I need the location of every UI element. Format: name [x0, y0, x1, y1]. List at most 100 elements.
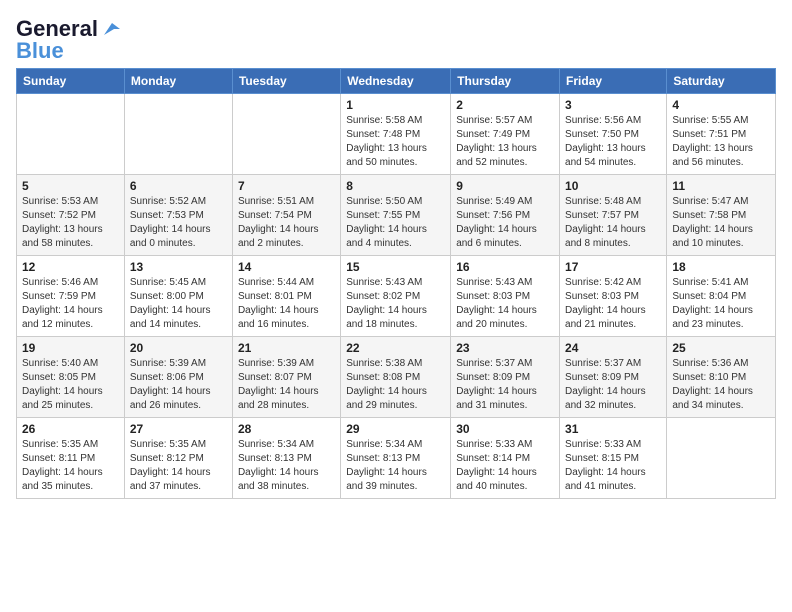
day-info: Sunrise: 5:55 AM Sunset: 7:51 PM Dayligh… — [672, 114, 770, 170]
calendar-table: SundayMondayTuesdayWednesdayThursdayFrid… — [16, 68, 776, 499]
day-number: 25 — [672, 341, 770, 355]
logo-bird-icon — [100, 21, 124, 37]
logo: General Blue — [16, 16, 124, 64]
day-number: 5 — [22, 179, 119, 193]
day-number: 18 — [672, 260, 770, 274]
calendar-cell — [17, 94, 125, 175]
day-info: Sunrise: 5:43 AM Sunset: 8:02 PM Dayligh… — [346, 276, 445, 332]
day-number: 22 — [346, 341, 445, 355]
day-info: Sunrise: 5:36 AM Sunset: 8:10 PM Dayligh… — [672, 357, 770, 413]
day-info: Sunrise: 5:38 AM Sunset: 8:08 PM Dayligh… — [346, 357, 445, 413]
calendar-cell: 9Sunrise: 5:49 AM Sunset: 7:56 PM Daylig… — [451, 175, 560, 256]
day-info: Sunrise: 5:40 AM Sunset: 8:05 PM Dayligh… — [22, 357, 119, 413]
calendar-cell: 29 Sunrise: 5:34 AM Sunset: 8:13 PM Dayli… — [341, 418, 451, 499]
day-info: Sunrise: 5:46 AM Sunset: 7:59 PM Dayligh… — [22, 276, 119, 332]
day-number: 7 — [238, 179, 335, 193]
day-number: 12 — [22, 260, 119, 274]
page-header: General Blue — [16, 16, 776, 64]
day-number: 30 — [456, 422, 554, 436]
day-info: Sunrise: 5:56 AM Sunset: 7:50 PM Dayligh… — [565, 114, 661, 170]
week-row-4: 26 Sunrise: 5:35 AM Sunset: 8:11 PM Dayli… — [17, 418, 776, 499]
day-number: 8 — [346, 179, 445, 193]
day-number: 13 — [130, 260, 227, 274]
day-number: 15 — [346, 260, 445, 274]
day-number: 10 — [565, 179, 661, 193]
day-info: Sunrise: 5:39 AM Sunset: 8:06 PM Dayligh… — [130, 357, 227, 413]
day-info: Sunrise: 5:39 AM Sunset: 8:07 PM Dayligh… — [238, 357, 335, 413]
day-info: Sunrise: 5:35 AM Sunset: 8:11 PM Dayligh… — [22, 438, 119, 494]
header-saturday: Saturday — [667, 69, 776, 94]
logo-blue: Blue — [16, 38, 64, 64]
day-number: 20 — [130, 341, 227, 355]
calendar-cell: 31 Sunrise: 5:33 AM Sunset: 8:15 PM Dayli… — [560, 418, 667, 499]
day-info: Sunrise: 5:33 AM Sunset: 8:15 PM Dayligh… — [565, 438, 661, 494]
calendar-cell: 17 Sunrise: 5:42 AM Sunset: 8:03 PM Dayli… — [560, 256, 667, 337]
calendar-cell: 18Sunrise: 5:41 AM Sunset: 8:04 PM Dayli… — [667, 256, 776, 337]
day-info: Sunrise: 5:35 AM Sunset: 8:12 PM Dayligh… — [130, 438, 227, 494]
calendar-cell: 4Sunrise: 5:55 AM Sunset: 7:51 PM Daylig… — [667, 94, 776, 175]
calendar-cell: 8Sunrise: 5:50 AM Sunset: 7:55 PM Daylig… — [341, 175, 451, 256]
day-info: Sunrise: 5:37 AM Sunset: 8:09 PM Dayligh… — [565, 357, 661, 413]
calendar-cell: 7Sunrise: 5:51 AM Sunset: 7:54 PM Daylig… — [232, 175, 340, 256]
week-row-2: 12 Sunrise: 5:46 AM Sunset: 7:59 PM Dayli… — [17, 256, 776, 337]
day-number: 29 — [346, 422, 445, 436]
calendar-cell: 11 Sunrise: 5:47 AM Sunset: 7:58 PM Dayli… — [667, 175, 776, 256]
week-row-0: 1Sunrise: 5:58 AM Sunset: 7:48 PM Daylig… — [17, 94, 776, 175]
day-info: Sunrise: 5:34 AM Sunset: 8:13 PM Dayligh… — [346, 438, 445, 494]
day-number: 27 — [130, 422, 227, 436]
day-info: Sunrise: 5:53 AM Sunset: 7:52 PM Dayligh… — [22, 195, 119, 251]
calendar-cell: 30 Sunrise: 5:33 AM Sunset: 8:14 PM Dayli… — [451, 418, 560, 499]
calendar-cell: 14 Sunrise: 5:44 AM Sunset: 8:01 PM Dayli… — [232, 256, 340, 337]
day-number: 17 — [565, 260, 661, 274]
day-info: Sunrise: 5:49 AM Sunset: 7:56 PM Dayligh… — [456, 195, 554, 251]
calendar-cell: 21 Sunrise: 5:39 AM Sunset: 8:07 PM Dayli… — [232, 337, 340, 418]
day-info: Sunrise: 5:57 AM Sunset: 7:49 PM Dayligh… — [456, 114, 554, 170]
calendar-cell: 3 Sunrise: 5:56 AM Sunset: 7:50 PM Daylig… — [560, 94, 667, 175]
day-number: 26 — [22, 422, 119, 436]
header-tuesday: Tuesday — [232, 69, 340, 94]
day-info: Sunrise: 5:44 AM Sunset: 8:01 PM Dayligh… — [238, 276, 335, 332]
calendar-cell: 24 Sunrise: 5:37 AM Sunset: 8:09 PM Dayli… — [560, 337, 667, 418]
calendar-cell: 16 Sunrise: 5:43 AM Sunset: 8:03 PM Dayli… — [451, 256, 560, 337]
calendar-cell: 10 Sunrise: 5:48 AM Sunset: 7:57 PM Dayli… — [560, 175, 667, 256]
day-number: 11 — [672, 179, 770, 193]
day-number: 21 — [238, 341, 335, 355]
day-info: Sunrise: 5:48 AM Sunset: 7:57 PM Dayligh… — [565, 195, 661, 251]
calendar-cell: 15 Sunrise: 5:43 AM Sunset: 8:02 PM Dayli… — [341, 256, 451, 337]
day-info: Sunrise: 5:33 AM Sunset: 8:14 PM Dayligh… — [456, 438, 554, 494]
day-number: 24 — [565, 341, 661, 355]
day-info: Sunrise: 5:37 AM Sunset: 8:09 PM Dayligh… — [456, 357, 554, 413]
calendar-cell: 5 Sunrise: 5:53 AM Sunset: 7:52 PM Daylig… — [17, 175, 125, 256]
header-row: SundayMondayTuesdayWednesdayThursdayFrid… — [17, 69, 776, 94]
week-row-3: 19Sunrise: 5:40 AM Sunset: 8:05 PM Dayli… — [17, 337, 776, 418]
calendar-cell — [232, 94, 340, 175]
day-info: Sunrise: 5:42 AM Sunset: 8:03 PM Dayligh… — [565, 276, 661, 332]
day-number: 31 — [565, 422, 661, 436]
week-row-1: 5 Sunrise: 5:53 AM Sunset: 7:52 PM Daylig… — [17, 175, 776, 256]
header-sunday: Sunday — [17, 69, 125, 94]
day-number: 6 — [130, 179, 227, 193]
calendar-cell: 19Sunrise: 5:40 AM Sunset: 8:05 PM Dayli… — [17, 337, 125, 418]
day-number: 28 — [238, 422, 335, 436]
calendar-cell: 6 Sunrise: 5:52 AM Sunset: 7:53 PM Daylig… — [124, 175, 232, 256]
header-thursday: Thursday — [451, 69, 560, 94]
day-number: 14 — [238, 260, 335, 274]
calendar-cell: 26 Sunrise: 5:35 AM Sunset: 8:11 PM Dayli… — [17, 418, 125, 499]
day-info: Sunrise: 5:52 AM Sunset: 7:53 PM Dayligh… — [130, 195, 227, 251]
day-info: Sunrise: 5:34 AM Sunset: 8:13 PM Dayligh… — [238, 438, 335, 494]
day-info: Sunrise: 5:45 AM Sunset: 8:00 PM Dayligh… — [130, 276, 227, 332]
header-monday: Monday — [124, 69, 232, 94]
day-number: 1 — [346, 98, 445, 112]
day-info: Sunrise: 5:47 AM Sunset: 7:58 PM Dayligh… — [672, 195, 770, 251]
day-number: 3 — [565, 98, 661, 112]
day-info: Sunrise: 5:43 AM Sunset: 8:03 PM Dayligh… — [456, 276, 554, 332]
calendar-cell — [667, 418, 776, 499]
day-number: 23 — [456, 341, 554, 355]
day-number: 16 — [456, 260, 554, 274]
header-wednesday: Wednesday — [341, 69, 451, 94]
calendar-cell: 1Sunrise: 5:58 AM Sunset: 7:48 PM Daylig… — [341, 94, 451, 175]
calendar-cell: 2Sunrise: 5:57 AM Sunset: 7:49 PM Daylig… — [451, 94, 560, 175]
calendar-cell — [124, 94, 232, 175]
calendar-cell: 23 Sunrise: 5:37 AM Sunset: 8:09 PM Dayli… — [451, 337, 560, 418]
calendar-cell: 13 Sunrise: 5:45 AM Sunset: 8:00 PM Dayli… — [124, 256, 232, 337]
